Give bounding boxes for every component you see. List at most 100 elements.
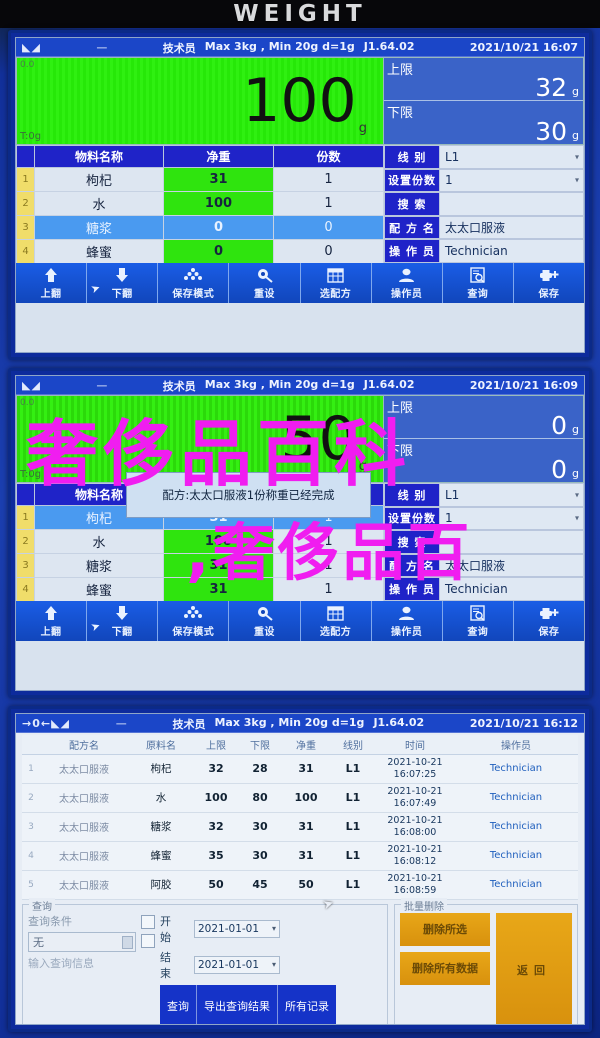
records-row[interactable]: 4 太太口服液 蜂蜜 35 30 31 L1 2021-10-21 16:08:1…	[22, 841, 578, 871]
materials-row[interactable]: 4 蜂蜜 31 1	[16, 577, 384, 602]
records-row[interactable]: 3 太太口服液 糖浆 32 30 31 L1 2021-10-21 16:08:0…	[22, 812, 578, 842]
records-row-net: 31	[282, 812, 330, 842]
grid-icon	[327, 605, 344, 622]
materials-row-parts: 1	[273, 191, 384, 216]
weight-display-area-1: 0.0 T:0g 100 g 上限 32 g 下限 30 g	[16, 57, 584, 146]
records-row-lower: 45	[238, 870, 282, 900]
delete-all-button[interactable]: 删除所有数据	[400, 951, 490, 985]
end-date-checkbox[interactable]	[141, 933, 155, 948]
chevron-down-icon: ▾	[271, 924, 276, 933]
field-row-0[interactable]: 线 别 L1 ▾	[384, 483, 584, 507]
toolbar-button-下翻[interactable]: ➤ 下翻	[87, 263, 159, 303]
field-label-4: 操 作 员	[384, 239, 440, 263]
toolbar-button-上翻[interactable]: 上翻	[16, 263, 88, 303]
batch-delete-fieldset: 批量删除 删除所选 删除所有数据 返回	[394, 897, 578, 1024]
end-date-select[interactable]: 2021-01-01 ▾	[194, 955, 280, 974]
field-value-4[interactable]: Technician	[440, 577, 584, 601]
records-row-index: 4	[22, 841, 40, 871]
materials-row[interactable]: 2 水 100 1	[16, 191, 384, 216]
materials-row-net: 31	[163, 553, 274, 578]
records-row-operator: Technician	[454, 754, 578, 784]
materials-row-net: 100	[163, 191, 274, 216]
records-col-6: 时间	[376, 735, 454, 755]
materials-row-name: 水	[34, 191, 164, 216]
field-row-0[interactable]: 线 别 L1 ▾	[384, 145, 584, 169]
records-row[interactable]: 2 太太口服液 水 100 80 100 L1 2021-10-21 16:07:…	[22, 783, 578, 813]
toolbar-button-下翻[interactable]: ➤ 下翻	[87, 601, 159, 641]
parameter-fields-1: 线 别 L1 ▾ 设置份数 1 ▾ 搜 索 配 方 名 太太口服液 操 作 员	[384, 145, 584, 263]
field-row-2[interactable]: 搜 索	[384, 530, 584, 554]
field-row-4[interactable]: 操 作 员 Technician	[384, 577, 584, 601]
toolbar-label-1: 下翻	[111, 288, 133, 300]
field-label-3: 配 方 名	[384, 553, 440, 578]
chevron-down-icon[interactable]: ▾	[575, 514, 579, 523]
query-button-2[interactable]: 所有记录	[278, 984, 336, 1024]
field-row-3[interactable]: 配 方 名 太太口服液	[384, 553, 584, 578]
materials-row[interactable]: 1 枸杞 31 1	[16, 167, 384, 192]
completion-dialog[interactable]: 配方:太太口服液1份称重已经完成	[126, 472, 371, 518]
records-col-2: 上限	[194, 735, 238, 755]
toolbar-button-保存模式[interactable]: 保存模式	[158, 601, 230, 641]
back-button[interactable]: 返回	[496, 912, 572, 1024]
chevron-down-icon[interactable]: ▾	[575, 176, 579, 185]
toolbar-button-查询[interactable]: 查询	[442, 263, 514, 303]
toolbar-button-查询[interactable]: 查询	[442, 601, 514, 641]
field-row-1[interactable]: 设置份数 1 ▾	[384, 168, 584, 193]
materials-row[interactable]: 3 糖浆 0 0	[16, 215, 384, 240]
field-value-2[interactable]	[440, 530, 584, 554]
toolbar-button-保存[interactable]: 保存	[513, 601, 584, 641]
field-value-3[interactable]: 太太口服液	[440, 553, 584, 578]
field-label-2: 搜 索	[384, 192, 440, 216]
materials-row[interactable]: 2 水 100 1	[16, 529, 384, 554]
materials-body-1: 1 枸杞 31 1 2 水 100 1 3 糖浆 0 0 4 蜂蜜 0 0	[16, 167, 384, 264]
end-date-row: 结 束 2021-01-01 ▾	[160, 949, 336, 981]
device-brand-label: WEIGHT	[233, 1, 367, 27]
query-button-1[interactable]: 导出查询结果	[197, 984, 278, 1024]
mouse-cursor-icon: ➤	[89, 280, 103, 297]
field-value-4[interactable]: Technician	[440, 239, 584, 263]
field-value-1[interactable]: 1 ▾	[440, 168, 584, 193]
field-label-0: 线 别	[384, 145, 440, 169]
field-value-3[interactable]: 太太口服液	[440, 215, 584, 240]
delete-selected-button[interactable]: 删除所选	[400, 912, 490, 946]
lower-limit-value-2: 0	[551, 455, 567, 484]
materials-row[interactable]: 4 蜂蜜 0 0	[16, 239, 384, 264]
lower-limit-unit-1: g	[572, 129, 579, 142]
toolbar-button-操作员[interactable]: 操作员	[371, 263, 443, 303]
toolbar-button-选配方[interactable]: 选配方	[300, 263, 372, 303]
toolbar-button-上翻[interactable]: 上翻	[16, 601, 88, 641]
upper-limit-unit-1: g	[572, 85, 579, 98]
materials-row-parts: 1	[273, 167, 384, 192]
materials-row-name: 水	[34, 529, 164, 554]
records-row[interactable]: 5 太太口服液 阿胶 50 45 50 L1 2021-10-21 16:08:5…	[22, 870, 578, 900]
toolbar-button-选配方[interactable]: 选配方	[300, 601, 372, 641]
toolbar-button-保存[interactable]: 保存	[513, 263, 584, 303]
query-button-group: 查询 导出查询结果 所有记录	[160, 984, 336, 1024]
toolbar-button-重设[interactable]: 重设	[229, 601, 301, 641]
field-value-1[interactable]: 1 ▾	[440, 506, 584, 531]
chevron-down-icon[interactable]: ▾	[575, 490, 579, 499]
materials-row[interactable]: 3 糖浆 31 1	[16, 553, 384, 578]
field-row-1[interactable]: 设置份数 1 ▾	[384, 506, 584, 531]
query-condition-picker-icon[interactable]	[122, 935, 133, 949]
records-row[interactable]: 1 太太口服液 枸杞 32 28 31 L1 2021-10-21 16:07:2…	[22, 754, 578, 784]
start-date-select[interactable]: 2021-01-01 ▾	[194, 919, 280, 938]
field-value-2[interactable]	[440, 192, 584, 216]
toolbar-button-操作员[interactable]: 操作员	[371, 601, 443, 641]
field-row-2[interactable]: 搜 索	[384, 192, 584, 216]
toolbar-button-重设[interactable]: 重设	[229, 263, 301, 303]
field-row-4[interactable]: 操 作 员 Technician	[384, 239, 584, 263]
records-row-time: 2021-10-21 16:07:25	[376, 754, 454, 784]
start-date-checkbox[interactable]	[141, 914, 155, 929]
field-row-3[interactable]: 配 方 名 太太口服液	[384, 215, 584, 240]
toolbar-button-保存模式[interactable]: 保存模式	[158, 263, 230, 303]
query-button-0[interactable]: 查询	[160, 984, 197, 1024]
toolbar-label-6: 查询	[467, 288, 489, 300]
records-row-lower: 30	[238, 841, 282, 871]
save-plus-icon	[539, 267, 559, 284]
field-value-0[interactable]: L1 ▾	[440, 483, 584, 507]
field-value-0[interactable]: L1 ▾	[440, 145, 584, 169]
chevron-down-icon[interactable]: ▾	[575, 152, 579, 161]
query-condition-input[interactable]: 无	[28, 931, 136, 952]
materials-row-index: 2	[16, 191, 35, 216]
